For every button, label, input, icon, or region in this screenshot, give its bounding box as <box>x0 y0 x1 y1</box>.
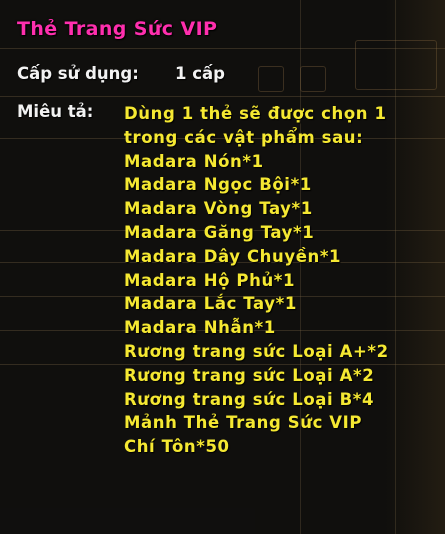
item-description: Dùng 1 thẻ sẽ được chọn 1 trong các vật … <box>124 102 439 459</box>
reward-item: Madara Nhẫn*1 <box>124 318 276 338</box>
reward-item: Madara Lắc Tay*1 <box>124 294 297 314</box>
reward-item: Madara Dây Chuyền*1 <box>124 246 342 266</box>
item-tooltip: Thẻ Trang Sức VIP Cấp sử dụng: 1 cấp Miê… <box>0 0 445 534</box>
reward-item: Madara Ngọc Bội*1 <box>124 175 312 195</box>
reward-item: Chí Tôn*50 <box>124 437 230 457</box>
reward-item: Madara Hộ Phủ*1 <box>124 270 296 290</box>
reward-item: Madara Găng Tay*1 <box>124 222 315 242</box>
reward-item: Rương trang sức Loại B*4 <box>124 389 375 409</box>
item-title: Thẻ Trang Sức VIP <box>17 18 218 40</box>
description-intro-line: Dùng 1 thẻ sẽ được chọn 1 <box>124 104 387 123</box>
level-label: Cấp sử dụng: <box>17 64 139 83</box>
reward-item: Rương trang sức Loại A*2 <box>124 365 375 385</box>
reward-item: Madara Nón*1 <box>124 151 264 171</box>
reward-item: Rương trang sức Loại A+*2 <box>124 341 389 361</box>
level-value: 1 cấp <box>175 64 225 83</box>
reward-item: Mảnh Thẻ Trang Sức VIP <box>124 413 363 433</box>
reward-item: Madara Vòng Tay*1 <box>124 199 313 219</box>
description-intro-line: trong các vật phẩm sau: <box>124 127 364 147</box>
description-label: Miêu tả: <box>17 102 94 121</box>
